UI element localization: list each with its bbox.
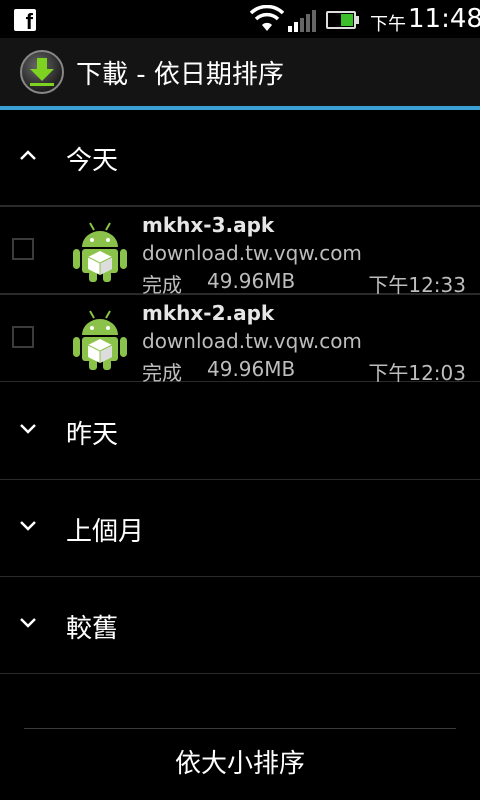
group-label: 今天 [66,146,119,176]
chevron-down-icon [20,618,36,628]
group-label: 昨天 [66,420,119,450]
file-name: mkhx-3.apk [142,213,275,237]
facebook-icon: f [14,9,36,33]
group-label: 上個月 [66,517,145,547]
file-source: download.tw.vqw.com [142,241,362,265]
chevron-down-icon [20,424,36,434]
item-checkbox[interactable] [12,326,34,348]
download-icon [20,50,64,94]
item-checkbox[interactable] [12,238,34,260]
group-header-older[interactable]: 較舊 [0,578,480,674]
download-list-item[interactable]: mkhx-2.apk download.tw.vqw.com 完成 49.96M… [0,294,480,385]
clock: 11:48 [408,4,480,34]
battery-icon [326,11,359,29]
file-size: 49.96MB [207,269,296,293]
group-header-last-month[interactable]: 上個月 [0,481,480,577]
title-bar: 下載 - 依日期排序 [0,38,480,110]
chevron-up-icon [20,150,36,160]
download-time: 下午12:03 [368,361,466,385]
wifi-icon [250,5,284,31]
group-header-yesterday[interactable]: 昨天 [0,384,480,480]
signal-strength-icon [288,10,316,32]
sort-by-size-button[interactable]: 依大小排序 [0,729,480,800]
chevron-down-icon [20,521,36,531]
status-bar: f 下午 11:48 [0,0,480,38]
group-label: 較舊 [66,614,119,644]
file-size: 49.96MB [207,357,296,381]
file-source: download.tw.vqw.com [142,329,362,353]
android-apk-icon [73,222,127,282]
file-name: mkhx-2.apk [142,301,275,325]
group-header-today[interactable]: 今天 [0,110,480,206]
download-list-item[interactable]: mkhx-3.apk download.tw.vqw.com 完成 49.96M… [0,206,480,297]
time-period: 下午 [370,14,406,35]
page-title: 下載 - 依日期排序 [76,60,284,90]
android-apk-icon [73,310,127,370]
download-status: 完成 [142,361,182,385]
